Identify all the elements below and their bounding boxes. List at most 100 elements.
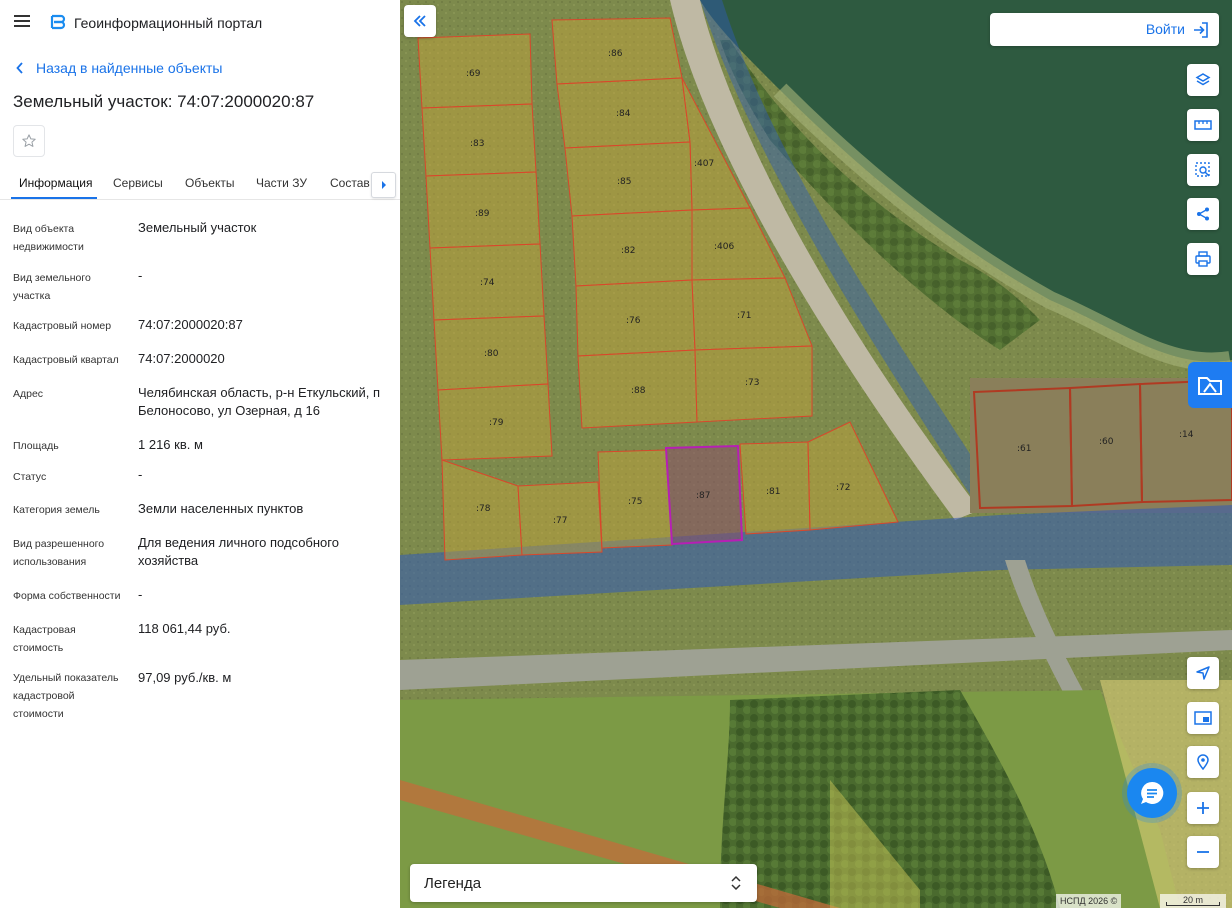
double-chevron-left-icon — [413, 15, 426, 27]
parcel-label: :86 — [608, 49, 623, 59]
map-folder-icon — [1198, 377, 1222, 395]
parcel-label: :82 — [621, 246, 635, 256]
minimap-button[interactable] — [1187, 702, 1219, 734]
info-label: Форма собственности — [13, 590, 121, 602]
info-label: Кадастровый квартал — [13, 354, 119, 366]
active-tab-indicator — [11, 197, 97, 199]
parcel-label: :80 — [484, 349, 499, 359]
back-to-results-link[interactable]: Назад в найденные объекты — [16, 58, 222, 78]
parcel-label: :69 — [466, 69, 481, 79]
info-label: Адрес — [13, 388, 44, 400]
login-button[interactable]: Войти — [990, 13, 1219, 46]
area-search-button[interactable] — [1187, 154, 1219, 186]
zoom-in-button[interactable] — [1187, 792, 1219, 824]
parcel-label: :61 — [1017, 444, 1031, 454]
tab-composition[interactable]: Состав — [330, 176, 370, 190]
caret-right-icon — [381, 181, 386, 189]
info-label: Вид объекта недвижимости — [13, 223, 84, 253]
minus-icon — [1197, 851, 1209, 853]
info-value: - — [138, 268, 143, 283]
parcel-label: :72 — [836, 483, 850, 493]
picture-in-picture-icon — [1194, 711, 1212, 725]
info-label: Категория земель — [13, 504, 100, 516]
tab-services[interactable]: Сервисы — [113, 176, 163, 190]
login-icon — [1194, 22, 1208, 38]
collapse-panel-button[interactable] — [404, 5, 436, 37]
parcel-label: :79 — [489, 418, 504, 428]
scale-bar: 20 m — [1160, 894, 1226, 908]
parcel-label: :87 — [696, 491, 710, 501]
parcel-label: :14 — [1179, 430, 1194, 440]
parcel-label: :77 — [553, 516, 567, 526]
side-panel-tab[interactable] — [1188, 362, 1232, 408]
chat-button[interactable] — [1127, 768, 1177, 818]
navigation-arrow-icon — [1196, 666, 1210, 680]
print-button[interactable] — [1187, 243, 1219, 275]
expand-collapse-icon — [731, 875, 741, 891]
info-label: Площадь — [13, 440, 59, 452]
legend-toggle[interactable]: Легенда — [410, 864, 757, 902]
printer-icon — [1195, 251, 1211, 267]
ruler-icon — [1194, 120, 1212, 130]
tabs-scroll-right-button[interactable] — [371, 172, 396, 198]
parcel-label: :89 — [475, 209, 490, 219]
object-tabs: Информация Сервисы Объекты Части ЗУ Сост… — [0, 170, 400, 200]
login-label: Войти — [1145, 21, 1185, 37]
parcel-label: :60 — [1099, 437, 1114, 447]
parcel-label: :75 — [628, 497, 642, 507]
place-search-button[interactable] — [1187, 746, 1219, 778]
parcel-label: :81 — [766, 487, 780, 497]
info-label: Кадастровая стоимость — [13, 624, 76, 654]
info-value: 1 216 кв. м — [138, 437, 203, 452]
info-value: - — [138, 467, 143, 482]
parcel-label: :73 — [745, 378, 759, 388]
satellite-map[interactable]: :69 :86 :84 :83 :407 :85 :89 :82 :406 :7… — [400, 0, 1232, 908]
info-value: 97,09 руб./кв. м — [138, 670, 232, 685]
location-pin-icon — [1197, 754, 1209, 770]
info-value: Челябинская область, р-н Еткульский, п Б… — [138, 385, 381, 418]
info-label: Вид разрешенного использования — [13, 538, 105, 568]
layers-button[interactable] — [1187, 64, 1219, 96]
parcel-label: :88 — [631, 386, 646, 396]
info-value: - — [138, 587, 143, 602]
parcel-label: :74 — [480, 278, 495, 288]
tab-information[interactable]: Информация — [19, 176, 92, 190]
info-value: Земли населенных пунктов — [138, 501, 304, 516]
chat-bubble-icon — [1141, 781, 1164, 804]
select-area-icon — [1195, 162, 1210, 177]
my-location-button[interactable] — [1187, 657, 1219, 689]
back-link-label: Назад в найденные объекты — [36, 60, 223, 76]
parcel-label: :85 — [617, 177, 631, 187]
map-view[interactable]: :69 :86 :84 :83 :407 :85 :89 :82 :406 :7… — [400, 0, 1232, 908]
info-value: 118 061,44 руб. — [138, 621, 231, 636]
tab-objects[interactable]: Объекты — [185, 176, 235, 190]
star-icon — [22, 134, 36, 147]
info-value: Земельный участок — [138, 220, 257, 235]
chevron-left-icon — [16, 62, 23, 74]
favorite-button[interactable] — [13, 125, 45, 157]
legend-label: Легенда — [424, 875, 482, 892]
info-value: 74:07:2000020 — [138, 351, 225, 366]
parcel-label: :407 — [694, 159, 714, 169]
info-label: Статус — [13, 471, 47, 483]
measure-button[interactable] — [1187, 109, 1219, 141]
parcel-label: :71 — [737, 311, 751, 321]
layers-icon — [1195, 73, 1211, 86]
parcel-label: :83 — [470, 139, 484, 149]
share-button[interactable] — [1187, 198, 1219, 230]
tab-parts[interactable]: Части ЗУ — [256, 176, 307, 190]
parcel-label: :78 — [476, 504, 491, 514]
zoom-out-button[interactable] — [1187, 836, 1219, 868]
parcel-label: :76 — [626, 316, 641, 326]
object-title: Земельный участок: 74:07:2000020:87 — [13, 92, 315, 111]
menu-icon[interactable] — [14, 15, 30, 27]
info-value: 74:07:2000020:87 — [138, 317, 243, 332]
app-title: Геоинформационный портал — [74, 15, 263, 31]
panel-header: Геоинформационный портал — [0, 0, 400, 46]
map-attribution: НСПД 2026 © — [1056, 894, 1122, 908]
info-label: Вид земельного участка — [13, 272, 91, 302]
share-icon — [1197, 207, 1209, 221]
parcel-label: :406 — [714, 242, 734, 252]
portal-logo-icon — [50, 14, 66, 30]
info-value: Для ведения личного подсобного хозяйства — [138, 535, 339, 568]
